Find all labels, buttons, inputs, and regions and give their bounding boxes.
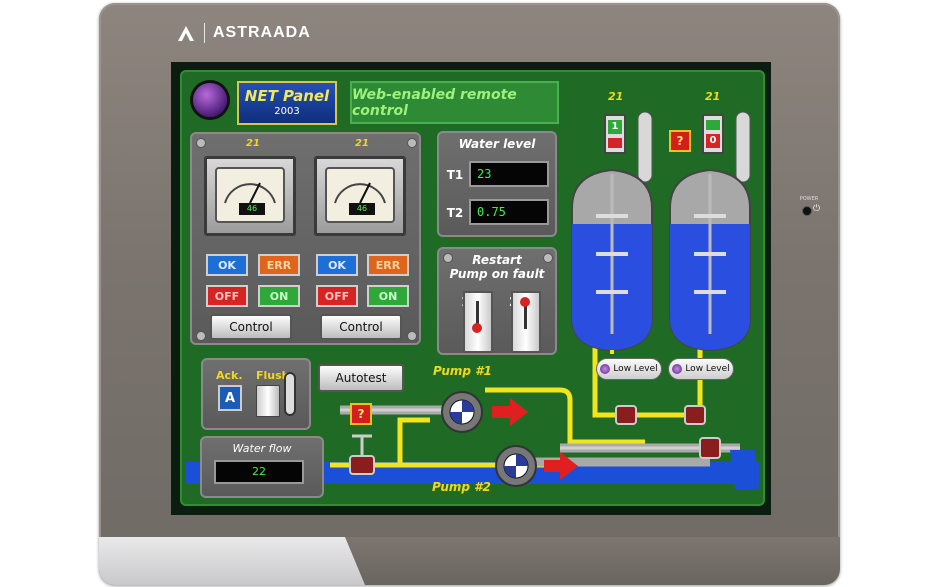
screw-icon bbox=[407, 138, 417, 148]
netpanel-title: NET Panel bbox=[244, 87, 330, 105]
tank-1-low-level-label: Low Level bbox=[613, 364, 658, 374]
flush-lever[interactable] bbox=[256, 385, 280, 417]
t2-value: 0.75 bbox=[469, 199, 549, 225]
gauge-2-control-button[interactable]: Control bbox=[320, 314, 402, 340]
low-level-indicator-icon bbox=[600, 364, 611, 374]
ack-button[interactable]: A bbox=[218, 385, 242, 411]
subtitle-banner: Web-enabled remote control bbox=[350, 81, 559, 124]
gauge-1: 46 bbox=[204, 156, 296, 236]
gauge-1-reading: 46 bbox=[239, 203, 265, 215]
t2-label: T2 bbox=[446, 206, 464, 220]
water-level-title: Water level bbox=[458, 137, 536, 151]
pump-1-icon[interactable] bbox=[440, 390, 532, 434]
restart-switch-2[interactable] bbox=[511, 291, 541, 353]
tank-2-top-label: 21 bbox=[705, 90, 721, 103]
gauge-1-control-button[interactable]: Control bbox=[210, 314, 292, 340]
t1-value: 23 bbox=[469, 161, 549, 187]
tank-1-low-level-button[interactable]: Low Level bbox=[596, 358, 662, 380]
pump-2-label: Pump #2 bbox=[432, 480, 491, 494]
gauge-1-on-button[interactable]: ON bbox=[258, 285, 300, 307]
restart-title-line1: Restart bbox=[472, 253, 522, 267]
t1-label: T1 bbox=[446, 168, 464, 182]
gauge-2: 46 bbox=[314, 156, 406, 236]
screw-icon bbox=[543, 253, 553, 263]
power-label: POWER bbox=[799, 196, 819, 202]
tank-2-low-level-label: Low Level bbox=[685, 364, 730, 374]
alarm-button-1[interactable]: ? bbox=[350, 403, 372, 425]
gauge-2-reading: 46 bbox=[349, 203, 375, 215]
restart-title-line2: Pump on fault bbox=[449, 267, 545, 281]
power-button-icon[interactable]: ⏻ bbox=[813, 204, 820, 214]
astraada-logo-icon bbox=[178, 26, 194, 41]
gauges-panel: 21 46 OK ERR OFF ON Control 21 46 OK ERR… bbox=[190, 132, 421, 345]
gauge-1-off-button[interactable]: OFF bbox=[206, 285, 248, 307]
gauge-1-label: 21 bbox=[246, 138, 260, 149]
gauge-2-on-button[interactable]: ON bbox=[367, 285, 409, 307]
screw-icon bbox=[196, 331, 206, 341]
tank-2-low-level-button[interactable]: Low Level bbox=[668, 358, 734, 380]
pump-2-icon[interactable] bbox=[490, 444, 582, 488]
flush-tube bbox=[284, 372, 296, 416]
bezel-bottom-accent bbox=[345, 537, 840, 585]
tanks-graphic bbox=[571, 111, 751, 354]
brand-logo: ASTRAADA bbox=[176, 22, 311, 44]
screw-icon bbox=[407, 331, 417, 341]
tank-1 bbox=[571, 168, 653, 354]
pump-1-label: Pump #1 bbox=[433, 364, 492, 378]
gauge-1-ok-button[interactable]: OK bbox=[206, 254, 248, 276]
restart-switch-1[interactable] bbox=[463, 291, 493, 353]
water-level-panel: Water level T1 23 T2 0.75 bbox=[437, 131, 557, 237]
outflow-water bbox=[730, 450, 759, 490]
brand-name: ASTRAADA bbox=[213, 24, 311, 41]
gauge-2-err-button[interactable]: ERR bbox=[367, 254, 409, 276]
screw-icon bbox=[196, 138, 206, 148]
gauge-1-err-button[interactable]: ERR bbox=[258, 254, 300, 276]
water-flow-panel: Water flow 22 bbox=[200, 436, 324, 498]
logo-divider bbox=[204, 23, 205, 43]
netpanel-badge: NET Panel 2003 bbox=[237, 81, 337, 125]
tank-2 bbox=[669, 168, 751, 352]
screw-icon bbox=[443, 253, 453, 263]
ack-label: Ack. bbox=[216, 369, 243, 382]
low-level-indicator-icon bbox=[672, 364, 683, 374]
netpanel-year: 2003 bbox=[274, 106, 300, 117]
autotest-button[interactable]: Autotest bbox=[318, 364, 404, 392]
status-orb[interactable] bbox=[193, 83, 227, 117]
water-flow-title: Water flow bbox=[232, 442, 292, 455]
tank-1-top-label: 21 bbox=[608, 90, 624, 103]
water-flow-value: 22 bbox=[214, 460, 304, 484]
gauge-2-label: 21 bbox=[355, 138, 369, 149]
restart-panel: Restart Pump on fault 1 2 bbox=[437, 247, 557, 355]
gauge-2-off-button[interactable]: OFF bbox=[316, 285, 358, 307]
power-led bbox=[802, 206, 812, 216]
gauge-2-ok-button[interactable]: OK bbox=[316, 254, 358, 276]
